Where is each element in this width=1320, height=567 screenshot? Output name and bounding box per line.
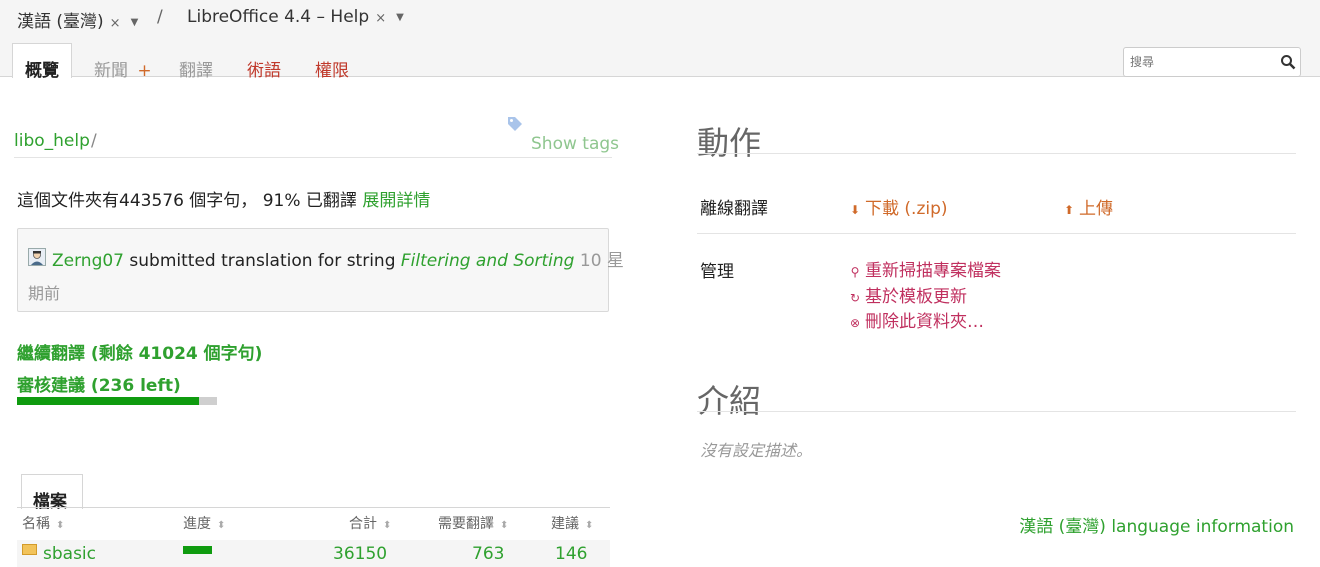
file-progress-bar	[183, 546, 212, 554]
breadcrumb-separator: /	[157, 7, 163, 27]
breadcrumb-language-label[interactable]: 漢語 (臺灣)	[17, 12, 104, 32]
actions-heading: 動作	[697, 124, 762, 162]
close-icon[interactable]: ×	[375, 11, 386, 26]
file-suggestions[interactable]: 146	[555, 544, 587, 564]
divider	[14, 157, 612, 158]
offline-translation-label: 離線翻譯	[700, 199, 768, 219]
download-zip-label[interactable]: 下載 (.zip)	[865, 199, 948, 219]
divider	[697, 411, 1296, 412]
sort-icon[interactable]: ⬍	[383, 520, 391, 531]
tab-files[interactable]: 檔案	[21, 474, 83, 512]
sort-icon[interactable]: ⬍	[500, 520, 508, 531]
chevron-down-icon[interactable]: ▼	[396, 12, 404, 23]
breadcrumb-project[interactable]: LibreOffice 4.4 – Help × ▼	[187, 7, 404, 27]
user-avatar-icon	[31, 251, 43, 265]
folder-path-separator: /	[91, 131, 97, 151]
delete-folder-link[interactable]: ⊗ 刪除此資料夾…	[849, 307, 984, 332]
continue-translation-link[interactable]: 繼續翻譯 (剩餘 41024 個字句)	[17, 339, 262, 364]
delete-icon: ⊗	[849, 316, 861, 330]
tab-news-label[interactable]: 新聞	[94, 61, 128, 81]
close-icon[interactable]: ×	[110, 16, 121, 31]
download-zip-link[interactable]: ⬇ 下載 (.zip)	[849, 194, 948, 219]
manage-label: 管理	[700, 262, 734, 282]
divider	[697, 153, 1296, 154]
column-header-total[interactable]: 合計 ⬍	[349, 513, 391, 533]
translation-progress-fill	[17, 397, 199, 405]
upload-label[interactable]: 上傳	[1079, 199, 1113, 219]
table-row[interactable]	[17, 540, 610, 567]
tab-terms[interactable]: 術語	[247, 56, 281, 81]
arrow-down-icon: ⬇	[849, 203, 861, 217]
show-tags-link[interactable]: Show tags	[531, 134, 619, 154]
activity-time-continued: 期前	[28, 284, 61, 303]
update-from-template-label[interactable]: 基於模板更新	[865, 287, 967, 307]
expand-details-link[interactable]: 展開詳情	[362, 191, 430, 211]
stats-text: 這個文件夾有443576 個字句，	[17, 191, 258, 211]
column-header-progress[interactable]: 進度 ⬍	[183, 513, 225, 533]
divider	[697, 233, 1296, 234]
no-description-text: 沒有設定描述。	[700, 441, 813, 460]
sort-icon[interactable]: ⬍	[217, 520, 225, 531]
chevron-down-icon[interactable]: ▼	[131, 17, 139, 28]
column-header-suggestions[interactable]: 建議 ⬍	[551, 513, 593, 533]
divider	[17, 507, 610, 508]
news-plus-icon[interactable]: +	[137, 61, 151, 81]
search-icon[interactable]	[1280, 54, 1296, 70]
file-need-translation[interactable]: 763	[472, 544, 504, 564]
upload-link[interactable]: ⬆ 上傳	[1063, 194, 1113, 219]
update-from-template-link[interactable]: ↻ 基於模板更新	[849, 282, 967, 307]
tab-overview[interactable]: 概覽	[12, 43, 72, 81]
folder-icon	[22, 544, 37, 555]
tab-translate[interactable]: 翻譯	[179, 56, 213, 81]
column-header-name-label[interactable]: 名稱	[22, 516, 50, 532]
activity-user-link[interactable]: Zerng07	[52, 251, 124, 271]
intro-heading: 介紹	[697, 382, 762, 420]
refresh-icon: ↻	[849, 291, 861, 305]
magnifier-icon: ⚲	[850, 265, 860, 279]
tag-icon[interactable]	[506, 115, 524, 133]
review-suggestions-link[interactable]: 審核建議 (236 left)	[17, 371, 181, 396]
column-header-name[interactable]: 名稱 ⬍	[22, 513, 64, 533]
translation-progress-bar	[17, 397, 217, 405]
column-header-need-translation[interactable]: 需要翻譯 ⬍	[438, 513, 508, 533]
column-header-progress-label[interactable]: 進度	[183, 516, 211, 532]
file-name-link[interactable]: sbasic	[43, 544, 96, 564]
language-information-link[interactable]: 漢語 (臺灣) language information	[1019, 512, 1294, 537]
column-header-suggestions-label[interactable]: 建議	[551, 516, 579, 532]
sort-icon[interactable]: ⬍	[585, 520, 593, 531]
tab-overview-label[interactable]: 概覽	[25, 56, 59, 81]
avatar[interactable]	[28, 248, 46, 266]
stats-percent: 91% 已翻譯	[262, 191, 357, 211]
last-activity: Zerng07 submitted translation for string…	[17, 228, 624, 312]
folder-path-link[interactable]: libo_help	[14, 131, 90, 151]
folder-stats: 這個文件夾有443576 個字句， 91% 已翻譯 展開詳情	[17, 186, 430, 211]
activity-time: 10 星	[579, 251, 624, 271]
tab-files-label[interactable]: 檔案	[33, 487, 67, 512]
tab-permissions[interactable]: 權限	[315, 56, 349, 81]
activity-string-link[interactable]: Filtering and Sorting	[401, 251, 575, 271]
delete-folder-label[interactable]: 刪除此資料夾…	[865, 312, 984, 332]
breadcrumb-language[interactable]: 漢語 (臺灣) × ▼	[17, 7, 138, 32]
arrow-up-icon: ⬆	[1063, 203, 1075, 217]
column-header-total-label[interactable]: 合計	[349, 516, 377, 532]
search-input[interactable]	[1128, 48, 1272, 76]
search-box[interactable]	[1123, 47, 1301, 77]
activity-text: submitted translation for string	[129, 251, 396, 271]
file-total[interactable]: 36150	[333, 544, 387, 564]
rescan-files-link[interactable]: ⚲ 重新掃描專案檔案	[849, 256, 1001, 281]
sort-icon[interactable]: ⬍	[56, 520, 64, 531]
tab-news[interactable]: 新聞 +	[94, 56, 152, 81]
breadcrumb-project-label[interactable]: LibreOffice 4.4 – Help	[187, 7, 369, 27]
activity-line: Zerng07 submitted translation for string…	[52, 246, 624, 271]
column-header-need-translation-label[interactable]: 需要翻譯	[438, 516, 494, 532]
rescan-files-label[interactable]: 重新掃描專案檔案	[865, 261, 1001, 281]
